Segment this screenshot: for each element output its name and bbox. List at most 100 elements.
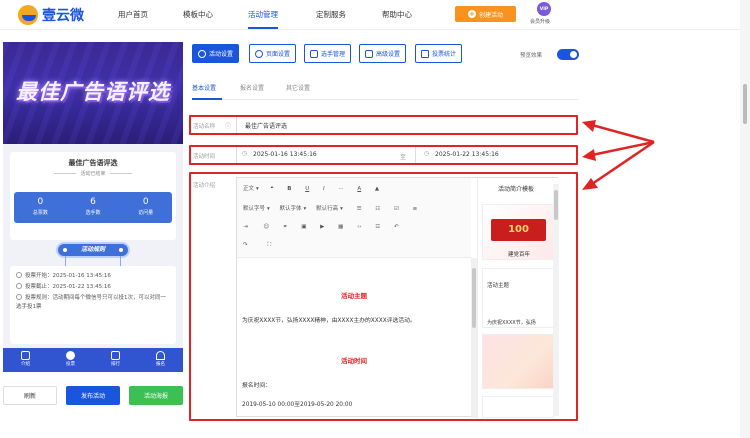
time-label: 活动时间 xyxy=(193,154,216,160)
nav-home[interactable]: 用户首页 xyxy=(118,9,148,20)
preview-toggle[interactable] xyxy=(557,49,579,60)
emoji-icon[interactable]: ☺ xyxy=(263,224,269,230)
template-scrollbar[interactable] xyxy=(553,184,559,416)
template-card-title: 活动主题 xyxy=(487,283,510,289)
arrow-line xyxy=(591,123,655,144)
name-input-value: 最佳广告语评选 xyxy=(245,123,288,130)
stats-bar: 0 总票数 6 选手数 0 访问量 xyxy=(14,192,172,223)
preview-toggle-label: 预览效果 xyxy=(520,53,543,59)
italic-icon[interactable]: I xyxy=(323,186,325,192)
vip-upgrade-label[interactable]: 会员升级 xyxy=(530,18,550,25)
party-emblem-image: 100 xyxy=(491,219,546,241)
page-scrollbar[interactable] xyxy=(740,0,750,438)
subtab-signup[interactable]: 报名设置 xyxy=(240,83,264,92)
preview-banner: 最佳广告语评选 xyxy=(3,42,183,144)
tab-contestants[interactable]: 选手管理 xyxy=(304,44,352,63)
template-card[interactable]: 活动主题 为庆祝XXXX节，弘扬 xyxy=(482,268,554,328)
nav-activity[interactable]: 活动管理 xyxy=(248,9,278,20)
align-icon[interactable]: ≡ xyxy=(413,206,418,212)
numbered-list-icon[interactable]: ☷ xyxy=(375,206,380,212)
vip-icon[interactable]: VIP xyxy=(537,2,551,16)
clock-icon xyxy=(16,272,22,278)
subtab-divider xyxy=(192,99,578,100)
tab-signup[interactable]: 报名 xyxy=(138,348,183,372)
vote-icon xyxy=(66,351,75,360)
tab-rank[interactable]: 排行 xyxy=(93,348,138,372)
more-icon[interactable]: ··· xyxy=(338,186,343,192)
rich-text-editor: 正文 ▾ ❝ B U I ··· A ▲ 默认字号 ▾ 默认字体 ▾ 默认行高 ▾ ☰ … xyxy=(236,177,559,418)
editor-toolbar: 正文 ▾ ❝ B U I ··· A ▲ 默认字号 ▾ 默认字体 ▾ 默认行高 ▾ ☰ … xyxy=(237,178,471,258)
rule-text: 投票截止：2025-01-22 13:45:16 xyxy=(25,284,111,290)
chevron-down-icon: ▾ xyxy=(256,186,259,192)
tab-activity-settings[interactable]: 活动设置 xyxy=(192,44,240,63)
underline-icon[interactable]: U xyxy=(305,186,309,192)
indent-icon[interactable]: ⇥ xyxy=(243,224,248,230)
checklist-icon[interactable]: ☑ xyxy=(394,206,399,212)
template-card[interactable]: 100 建党百年 xyxy=(482,204,554,260)
tab-statistics[interactable]: 投票统计 xyxy=(415,44,463,63)
nav-help[interactable]: 帮助中心 xyxy=(382,9,412,20)
end-time-value: 2025-01-22 13:45:16 xyxy=(435,151,499,158)
template-card[interactable] xyxy=(482,396,554,418)
template-card[interactable] xyxy=(482,334,554,389)
stat-label: 选手数 xyxy=(85,210,101,216)
font-color-icon[interactable]: A xyxy=(357,186,361,192)
name-input[interactable]: 最佳广告语评选 xyxy=(236,117,572,133)
logo-icon xyxy=(18,5,38,25)
create-activity-button[interactable]: + 创建活动 xyxy=(455,6,516,22)
poster-button[interactable]: 活动海报 xyxy=(129,386,183,405)
card-title: 最佳广告语评选 xyxy=(68,159,118,167)
end-time-input[interactable]: ◷ 2025-01-22 13:45:16 xyxy=(415,147,573,163)
tab-vote[interactable]: 投票 xyxy=(48,348,93,372)
editor-toolbar-row1: 正文 ▾ ❝ B U I ··· A ▲ xyxy=(243,184,379,192)
undo-icon[interactable]: ↶ xyxy=(394,224,399,230)
rule-text: 投票规则：活动期间每个微信号只可以投1次，可以对同一选手投1票 xyxy=(16,295,167,310)
content-paragraph: 为庆祝XXXX节，弘扬XXXX精神，由XXXX主办的XXXX评选活动。 xyxy=(242,318,416,324)
tab-advanced[interactable]: 高级设置 xyxy=(359,44,407,63)
redo-icon[interactable]: ↷ xyxy=(243,242,248,248)
preview-tabbar: 介绍 投票 排行 报名 xyxy=(3,348,183,372)
bullet-list-icon[interactable]: ☰ xyxy=(357,206,362,212)
logo[interactable]: 壹云微 xyxy=(18,5,84,25)
line-height-select[interactable]: 默认行高 xyxy=(316,206,338,212)
paragraph-select[interactable]: 正文 xyxy=(243,186,254,192)
editor-toolbar-row3: ⇥ ☺ ⚭ ▣ ▶ ▦ ‹› ☲ ↶ xyxy=(243,224,399,230)
nav-custom[interactable]: 定制服务 xyxy=(316,9,346,20)
logo-text: 壹云微 xyxy=(42,8,84,24)
rule-item: 投票截止：2025-01-22 13:45:16 xyxy=(16,282,170,293)
template-caption: 建党百年 xyxy=(507,252,530,258)
video-icon[interactable]: ▶ xyxy=(320,224,324,230)
divider-icon[interactable]: ☲ xyxy=(375,224,380,230)
bold-icon[interactable]: B xyxy=(287,186,291,192)
font-size-select[interactable]: 默认字号 xyxy=(243,206,265,212)
top-nav: 壹云微 用户首页 模板中心 活动管理 定制服务 帮助中心 + 创建活动 VIP … xyxy=(0,0,750,30)
refresh-button[interactable]: 刷新 xyxy=(3,386,57,405)
font-family-select[interactable]: 默认字体 xyxy=(280,206,302,212)
image-icon[interactable]: ▣ xyxy=(301,224,306,230)
content-heading: 活动主题 xyxy=(341,292,367,300)
chevron-down-icon: ▾ xyxy=(267,206,270,212)
start-time-input[interactable]: ◷ 2025-01-16 13:45:16 xyxy=(236,147,391,163)
table-icon[interactable]: ▦ xyxy=(338,224,343,230)
bg-color-icon[interactable]: ▲ xyxy=(375,186,379,192)
create-activity-label: 创建活动 xyxy=(478,11,503,19)
tab-label: 投票 xyxy=(66,362,75,367)
rank-icon xyxy=(111,351,120,360)
nav-templates[interactable]: 模板中心 xyxy=(183,9,213,20)
editor-content[interactable]: 活动主题 为庆祝XXXX节，弘扬XXXX精神，由XXXX主办的XXXX评选活动。… xyxy=(237,259,471,418)
tab-intro[interactable]: 介绍 xyxy=(3,348,48,372)
code-icon[interactable]: ‹› xyxy=(357,224,361,230)
rule-text: 投票开始：2025-01-16 13:45:16 xyxy=(25,273,111,279)
quote-icon[interactable]: ❝ xyxy=(271,186,274,192)
link-icon[interactable]: ⚭ xyxy=(283,224,288,230)
subtab-other[interactable]: 其它设置 xyxy=(286,83,310,92)
tab-page-settings[interactable]: 页面设置 xyxy=(249,44,297,63)
stat-num: 0 xyxy=(37,197,44,207)
dot-icon xyxy=(63,248,67,252)
subtab-basic[interactable]: 基本设置 xyxy=(192,83,216,92)
chevron-down-icon: ▾ xyxy=(303,206,307,212)
template-panel-title: 活动简介模板 xyxy=(497,186,534,193)
fullscreen-icon[interactable]: ⛶ xyxy=(267,242,271,248)
rules-button[interactable]: 活动规则 xyxy=(58,244,128,256)
publish-button[interactable]: 发布活动 xyxy=(66,386,120,405)
